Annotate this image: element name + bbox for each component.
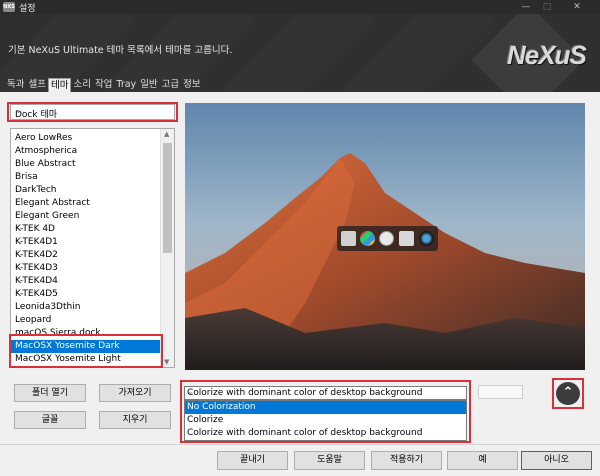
theme-list-item[interactable]: Elegant Abstract: [11, 197, 160, 210]
title-bar: NXS 설정 — □ ✕: [0, 0, 600, 14]
clock-icon: [379, 231, 394, 246]
annotation-highlight: [9, 334, 163, 368]
nexus-icon: [341, 231, 356, 246]
close-button[interactable]: ✕: [562, 1, 592, 13]
theme-list-item[interactable]: Brisa: [11, 171, 160, 184]
tab-tray[interactable]: Tray: [114, 78, 138, 92]
help-button[interactable]: 도움말: [294, 451, 365, 470]
recycle-bin-icon: [399, 231, 414, 246]
ok-button[interactable]: 예: [447, 451, 518, 470]
theme-list-item[interactable]: K-TEK4D2: [11, 249, 160, 262]
theme-list-item[interactable]: K-TEK4D1: [11, 236, 160, 249]
scroll-down-icon[interactable]: ▼: [164, 358, 169, 366]
theme-list-item[interactable]: Atmospherica: [11, 145, 160, 158]
theme-list-item[interactable]: K-TEK4D3: [11, 262, 160, 275]
font-button[interactable]: 글꼴: [14, 411, 86, 429]
theme-list-item[interactable]: K-TEK4D5: [11, 288, 160, 301]
theme-type-select[interactable]: Dock 테마 ⌄: [10, 104, 175, 120]
camera-icon: [419, 231, 434, 246]
tab-bar: 독과 셀프 테마 소리 작업 Tray 일반 고급 정보: [5, 78, 203, 92]
cancel-button[interactable]: 아니오: [521, 451, 592, 470]
tab-dock[interactable]: 독과: [5, 78, 26, 92]
scroll-up-icon[interactable]: ▲: [164, 130, 169, 138]
tab-sound[interactable]: 소리: [71, 78, 92, 92]
tab-self[interactable]: 셀프: [26, 78, 47, 92]
move-up-button[interactable]: ⌃: [556, 382, 580, 405]
colorize-option[interactable]: Colorize: [185, 414, 466, 427]
theme-list-item[interactable]: K-TEK4D4: [11, 275, 160, 288]
theme-list-item[interactable]: Aero LowRes: [11, 132, 160, 145]
banner-description: 기본 NeXuS Ultimate 테마 목록에서 테마를 고릅니다.: [8, 45, 233, 56]
tab-info[interactable]: 정보: [181, 78, 202, 92]
chevron-down-icon: ⌄: [187, 387, 194, 396]
color-swatch-field[interactable]: [478, 385, 523, 399]
colorize-option[interactable]: No Colorization: [185, 401, 466, 414]
theme-list-item[interactable]: Leopard: [11, 314, 160, 327]
open-folder-button[interactable]: 폴더 열기: [14, 384, 86, 402]
chevron-down-icon: ⌄: [15, 106, 22, 115]
app-icon: NXS: [3, 2, 15, 12]
delete-button[interactable]: 지우기: [99, 411, 171, 429]
maximize-button[interactable]: □: [540, 1, 554, 13]
list-scrollbar[interactable]: ▲ ▼: [160, 129, 174, 367]
import-button[interactable]: 가져오기: [99, 384, 171, 402]
colorize-option[interactable]: Colorize with dominant color of desktop …: [185, 427, 466, 440]
theme-list-item[interactable]: Blue Abstract: [11, 158, 160, 171]
dock-preview: [337, 226, 438, 251]
tab-general[interactable]: 일반: [138, 78, 159, 92]
nexus-logo: NeXuS: [507, 40, 587, 70]
exit-button[interactable]: 끝내기: [217, 451, 288, 470]
theme-list-item[interactable]: DarkTech: [11, 184, 160, 197]
apply-button[interactable]: 적용하기: [371, 451, 442, 470]
minimize-button[interactable]: —: [519, 1, 533, 13]
colorize-select[interactable]: Colorize with dominant color of desktop …: [184, 386, 467, 400]
tab-task[interactable]: 작업: [93, 78, 114, 92]
theme-list[interactable]: ▲ ▼ Aero LowRes Atmospherica Blue Abstract…: [10, 128, 175, 368]
theme-preview: [185, 103, 585, 370]
windows-icon: [360, 231, 375, 246]
theme-list-item[interactable]: Leonida3Dthin: [11, 301, 160, 314]
scroll-thumb[interactable]: [163, 143, 172, 253]
theme-list-item[interactable]: Elegant Green: [11, 210, 160, 223]
window-title: 설정: [19, 4, 36, 14]
tab-theme[interactable]: 테마: [47, 78, 72, 92]
tab-advanced[interactable]: 고급: [160, 78, 181, 92]
theme-list-item[interactable]: K-TEK 4D: [11, 223, 160, 236]
colorize-options: No Colorization Colorize Colorize with d…: [184, 400, 467, 441]
